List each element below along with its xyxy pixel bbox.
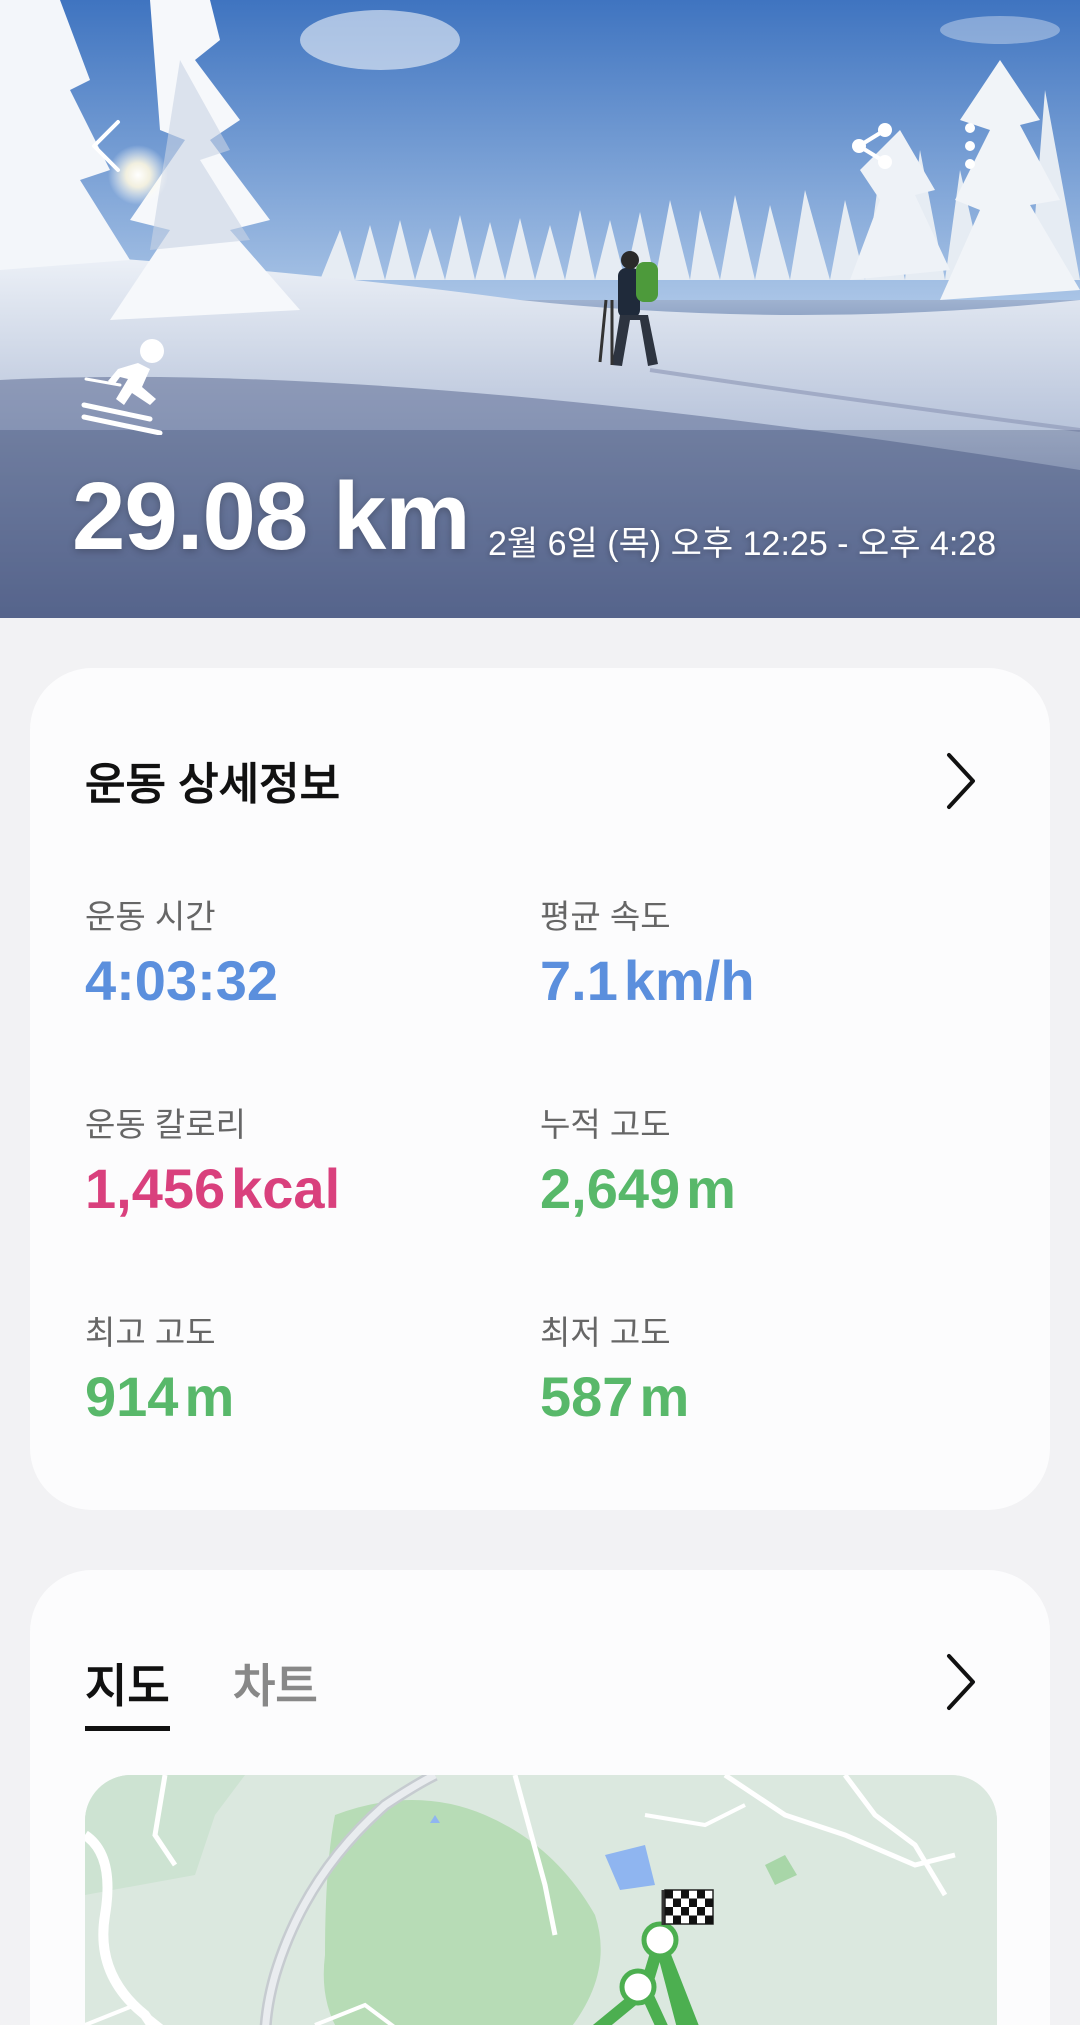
route-map[interactable] — [85, 1775, 997, 2025]
stat-max-elevation: 최고 고도 914 m — [85, 1306, 505, 1429]
stat-label: 운동 칼로리 — [85, 1106, 246, 1143]
share-icon — [852, 123, 892, 169]
chevron-right-icon — [947, 753, 975, 809]
stat-calories: 운동 칼로리 1,456 kcal — [85, 1098, 505, 1221]
workout-datetime: 2월 6일 (목) 오후 12:25 - 오후 4:28 — [488, 525, 997, 563]
route-waypoint-marker — [619, 1968, 657, 2006]
share-button[interactable] — [832, 106, 912, 186]
chevron-right-icon — [947, 1654, 975, 1710]
stat-label: 최저 고도 — [540, 1314, 671, 1351]
more-vertical-icon — [965, 123, 975, 169]
stat-average-speed: 평균 속도 7.1 km/h — [540, 890, 960, 1013]
stat-value: 914 m — [85, 1365, 235, 1428]
route-start-marker — [641, 1921, 679, 1959]
stat-workout-time: 운동 시간 4:03:32 — [85, 890, 505, 1013]
total-distance: 29.08 km — [72, 463, 471, 570]
map-more-button[interactable] — [930, 1647, 990, 1717]
more-options-button[interactable] — [930, 106, 1010, 186]
stat-value: 7.1 km/h — [540, 949, 755, 1012]
stat-label: 운동 시간 — [85, 898, 216, 935]
back-button[interactable] — [66, 106, 146, 186]
back-arrow-icon — [92, 120, 120, 172]
stat-elevation-gain: 누적 고도 2,649 m — [540, 1098, 960, 1221]
tab-map[interactable]: 지도 — [85, 1650, 170, 1731]
stat-value: 587 m — [540, 1365, 690, 1428]
tab-chart[interactable]: 차트 — [233, 1650, 318, 1726]
skiing-icon — [81, 339, 164, 435]
checkered-flag-icon — [661, 1889, 714, 1925]
stat-label: 최고 고도 — [85, 1314, 216, 1351]
workout-details-card: 운동 상세정보 운동 시간 4:03:32 평균 속도 7.1 km/h 운동 칼… — [30, 668, 1050, 1510]
stat-label: 평균 속도 — [540, 898, 671, 935]
workout-details-title: 운동 상세정보 — [85, 760, 341, 809]
stat-value: 1,456 kcal — [85, 1157, 341, 1220]
stat-min-elevation: 최저 고도 587 m — [540, 1306, 960, 1429]
hero-banner: 29.08 km 2월 6일 (목) 오후 12:25 - 오후 4:28 — [0, 0, 1080, 618]
stat-value: 2,649 m — [540, 1157, 736, 1220]
route-map-graphic — [85, 1775, 997, 2025]
stat-value: 4:03:32 — [85, 949, 279, 1012]
stat-label: 누적 고도 — [540, 1106, 671, 1143]
map-chart-card: 지도 차트 — [30, 1570, 1050, 2025]
workout-details-more-button[interactable] — [930, 746, 990, 816]
